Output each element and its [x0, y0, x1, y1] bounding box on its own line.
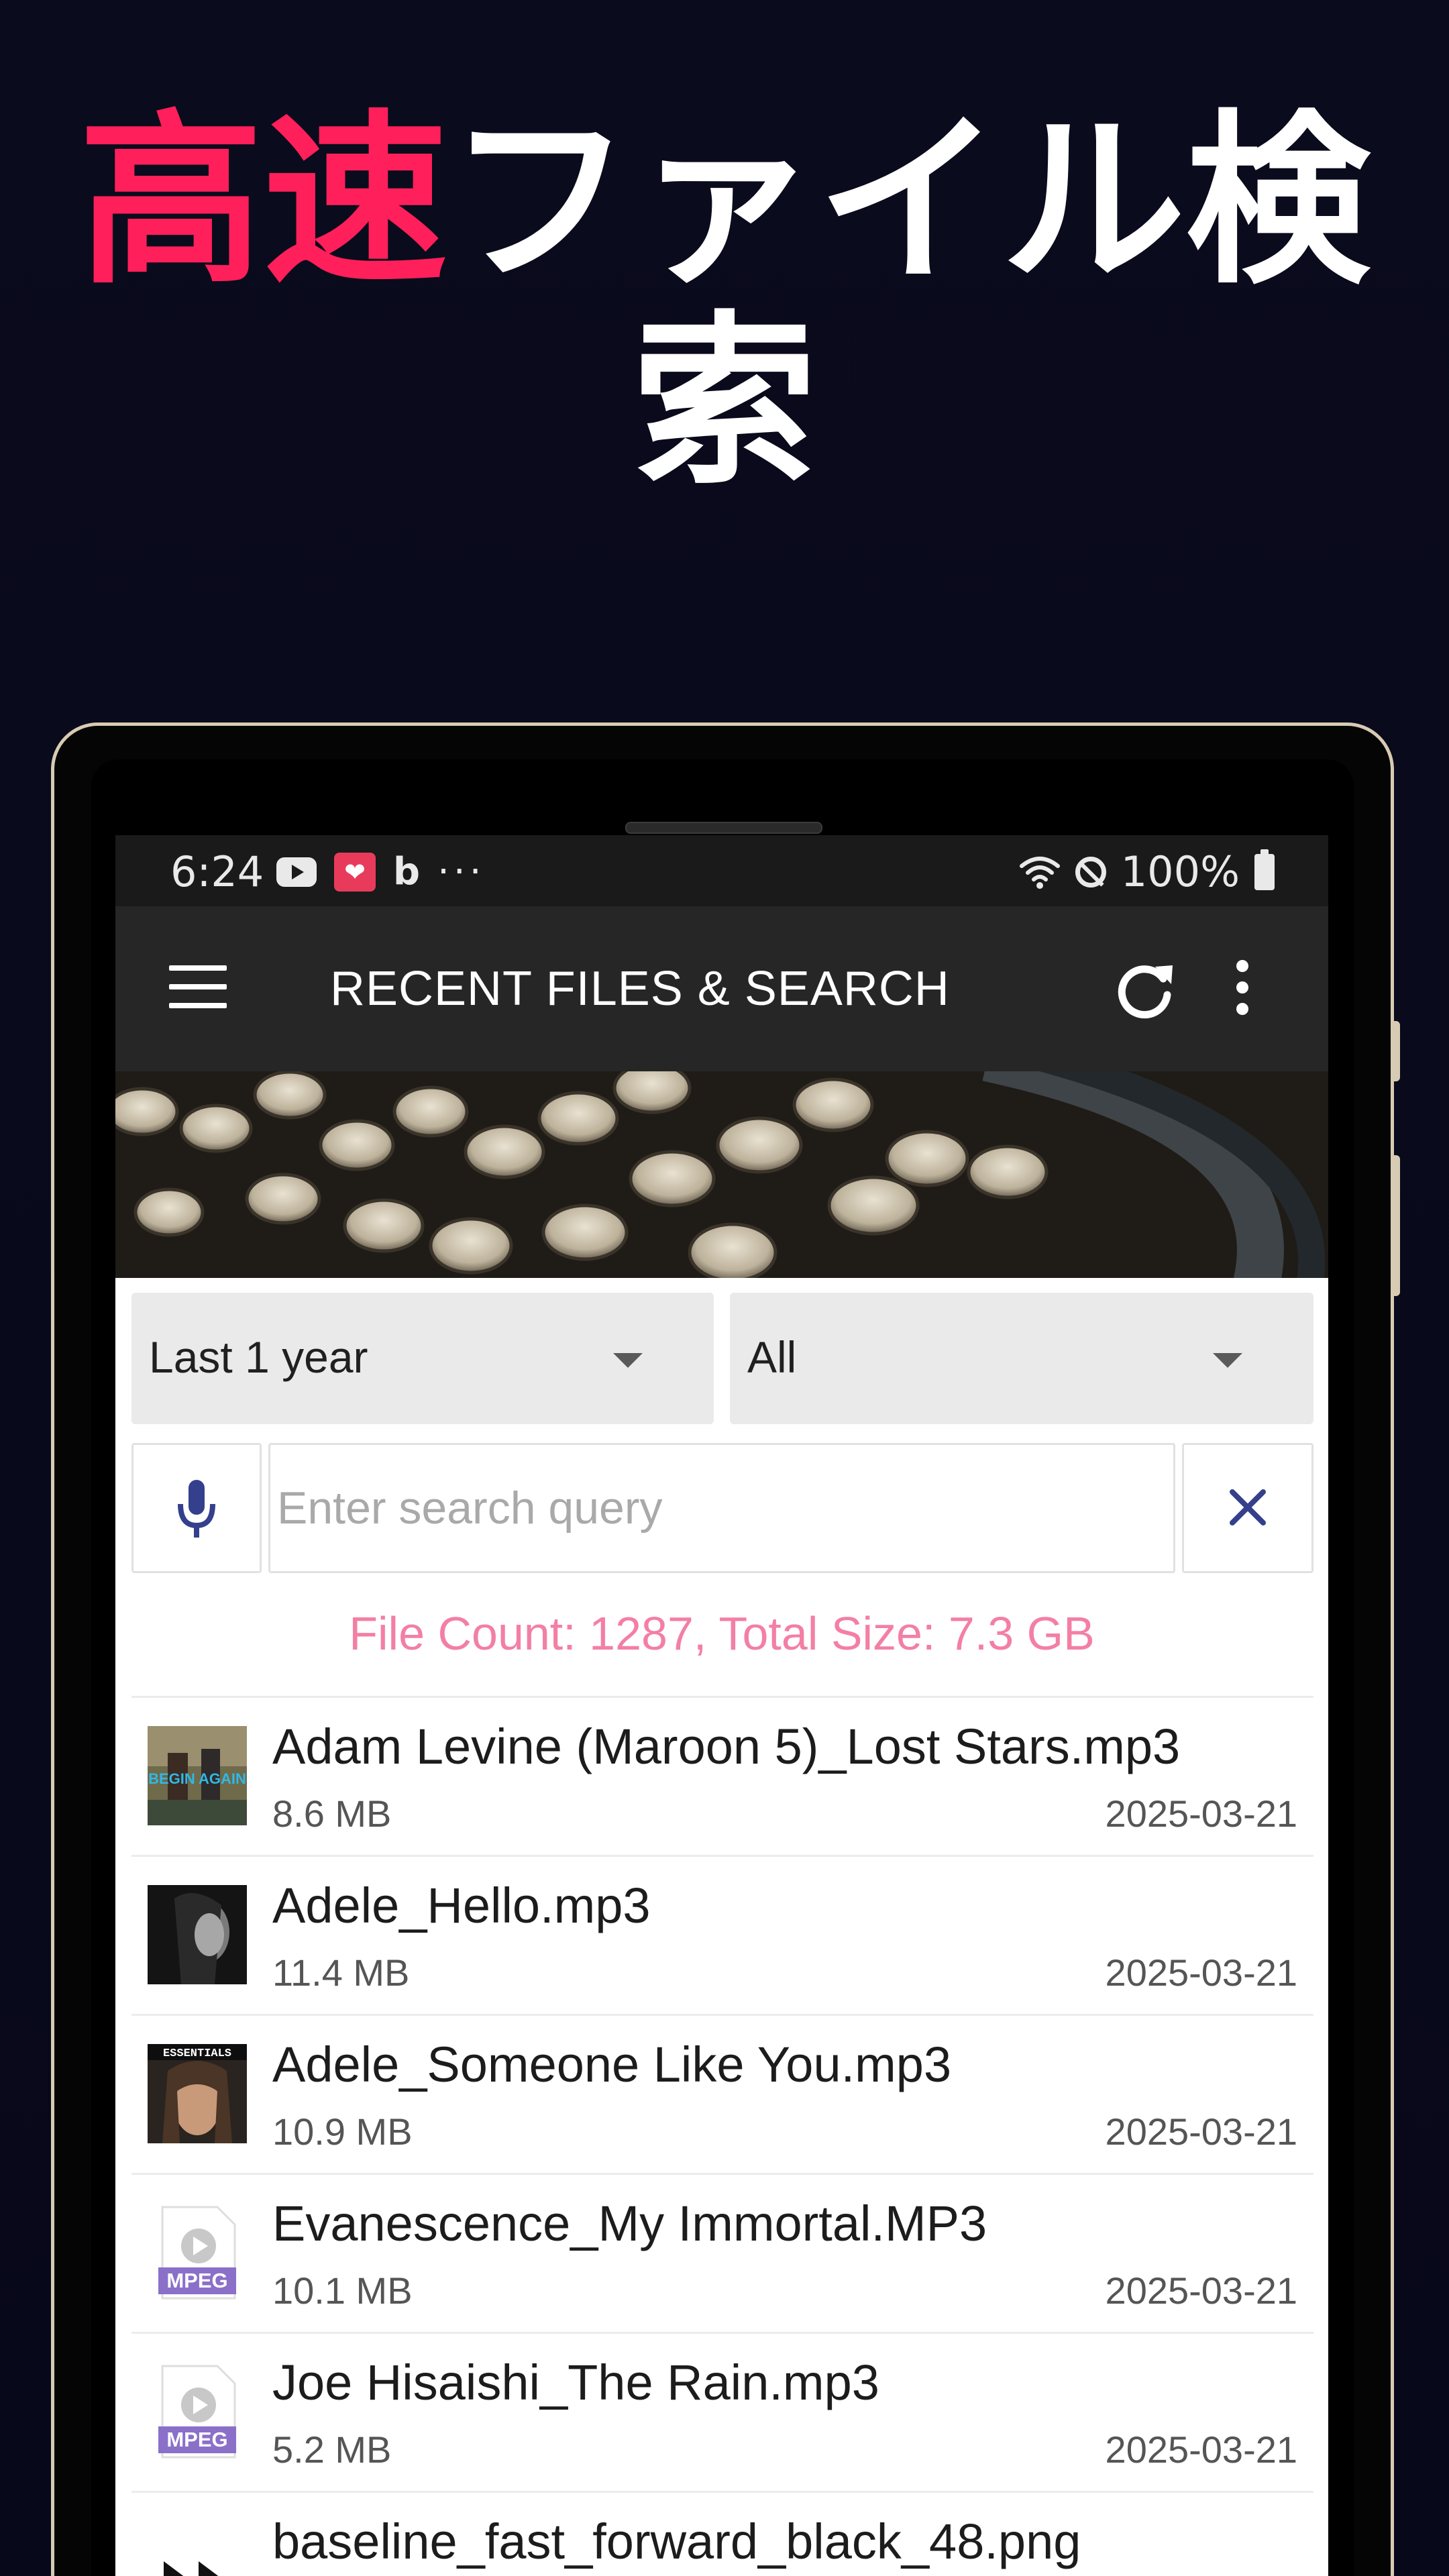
file-size: 11.4 MB	[272, 1951, 410, 1994]
status-notification-icons: ❤ b ···	[276, 850, 486, 894]
voice-search-button[interactable]	[131, 1443, 262, 1573]
overflow-menu-icon[interactable]	[1229, 960, 1256, 1020]
file-size: 5.2 MB	[272, 2428, 392, 2471]
file-name: Evanescence_My Immortal.MP3	[272, 2196, 987, 2251]
list-item[interactable]: baseline_fast_forward_black_48.png	[131, 2491, 1313, 2576]
list-item[interactable]: MPEG Evanescence_My Immortal.MP3 10.1 MB…	[131, 2173, 1313, 2332]
fast-forward-icon	[164, 2561, 219, 2576]
mpeg-label: MPEG	[166, 2428, 227, 2451]
mpeg-label: MPEG	[166, 2269, 227, 2292]
file-date: 2025-03-21	[1105, 2110, 1297, 2153]
headline-accent: 高速	[78, 94, 448, 309]
file-date: 2025-03-21	[1105, 1792, 1297, 1835]
period-dropdown-value: Last 1 year	[149, 1332, 368, 1382]
microphone-icon	[178, 1480, 215, 1538]
close-icon	[1230, 1489, 1266, 1525]
tablet-speaker	[625, 822, 822, 834]
album-cover-thumbnail	[148, 1885, 247, 1984]
refresh-icon[interactable]	[1108, 953, 1182, 1027]
file-list: BEGIN AGAIN Adam Levine (Maroon 5)_Lost …	[131, 1696, 1313, 2576]
app-bar: RECENT FILES & SEARCH	[115, 906, 1328, 1071]
album-cover-text: BEGIN AGAIN	[148, 1770, 246, 1787]
page-title: RECENT FILES & SEARCH	[330, 962, 950, 1016]
battery-percent: 100%	[1120, 847, 1240, 896]
list-item[interactable]: MPEG Joe Hisaishi_The Rain.mp3 5.2 MB 20…	[131, 2332, 1313, 2491]
do-not-disturb-icon	[1075, 856, 1106, 888]
status-system-icons: 100%	[1019, 847, 1275, 896]
file-count-summary: File Count: 1287, Total Size: 7.3 GB	[349, 1607, 1095, 1660]
file-name: Joe Hisaishi_The Rain.mp3	[272, 2355, 879, 2410]
file-date: 2025-03-21	[1105, 1951, 1297, 1994]
chevron-down-icon	[613, 1353, 643, 1368]
file-date: 2025-03-21	[1105, 2428, 1297, 2471]
more-notifications-icon: ···	[437, 850, 486, 894]
period-dropdown[interactable]: Last 1 year	[131, 1293, 714, 1424]
file-name: Adele_Someone Like You.mp3	[272, 2037, 952, 2092]
file-size: 8.6 MB	[272, 1792, 392, 1835]
file-name: baseline_fast_forward_black_48.png	[272, 2514, 1081, 2569]
menu-icon[interactable]	[169, 965, 227, 1008]
headline-line-1: 高速ファイル検	[0, 101, 1449, 302]
battery-icon	[1254, 849, 1275, 890]
list-item[interactable]: BEGIN AGAIN Adam Levine (Maroon 5)_Lost …	[131, 1696, 1313, 1855]
status-bar: 6:24 ❤ b ··· 100%	[115, 835, 1328, 906]
headline-rest: ファイル検	[447, 94, 1371, 309]
chevron-down-icon	[1213, 1353, 1242, 1368]
mpeg-file-icon: MPEG	[158, 2206, 236, 2300]
side-button-volume	[1393, 1155, 1400, 1296]
album-cover-text: ESSENTIALS	[163, 2047, 231, 2060]
list-item[interactable]: Adele_Hello.mp3 11.4 MB 2025-03-21	[131, 1855, 1313, 2014]
file-size: 10.9 MB	[272, 2110, 413, 2153]
side-button-top	[1393, 1021, 1400, 1081]
album-cover-thumbnail: ESSENTIALS	[148, 2044, 247, 2143]
bing-icon: b	[393, 850, 421, 894]
youtube-icon	[276, 857, 317, 887]
wifi-icon	[1019, 856, 1060, 889]
status-time: 6:24	[170, 847, 264, 896]
file-size: 10.1 MB	[272, 2269, 413, 2312]
file-type-dropdown-value: All	[747, 1332, 797, 1382]
file-type-dropdown[interactable]: All	[730, 1293, 1313, 1424]
album-cover-thumbnail: BEGIN AGAIN	[148, 1726, 247, 1825]
promo-headline: 高速ファイル検 索	[0, 101, 1449, 503]
app-screen: 6:24 ❤ b ··· 100% RECENT FILES & SEARCH	[115, 835, 1328, 2576]
heart-app-icon: ❤	[334, 852, 376, 892]
file-name: Adam Levine (Maroon 5)_Lost Stars.mp3	[272, 1719, 1181, 1774]
headline-line-2: 索	[632, 295, 817, 510]
file-date: 2025-03-21	[1105, 2269, 1297, 2312]
clear-search-button[interactable]	[1182, 1443, 1313, 1573]
search-input[interactable]	[268, 1443, 1175, 1573]
header-banner-image	[115, 1071, 1328, 1278]
list-item[interactable]: ESSENTIALS Adele_Someone Like You.mp3 10…	[131, 2014, 1313, 2173]
mpeg-file-icon: MPEG	[158, 2365, 236, 2459]
file-name: Adele_Hello.mp3	[272, 1878, 651, 1933]
typewriter-keys-image	[115, 1071, 1328, 1278]
